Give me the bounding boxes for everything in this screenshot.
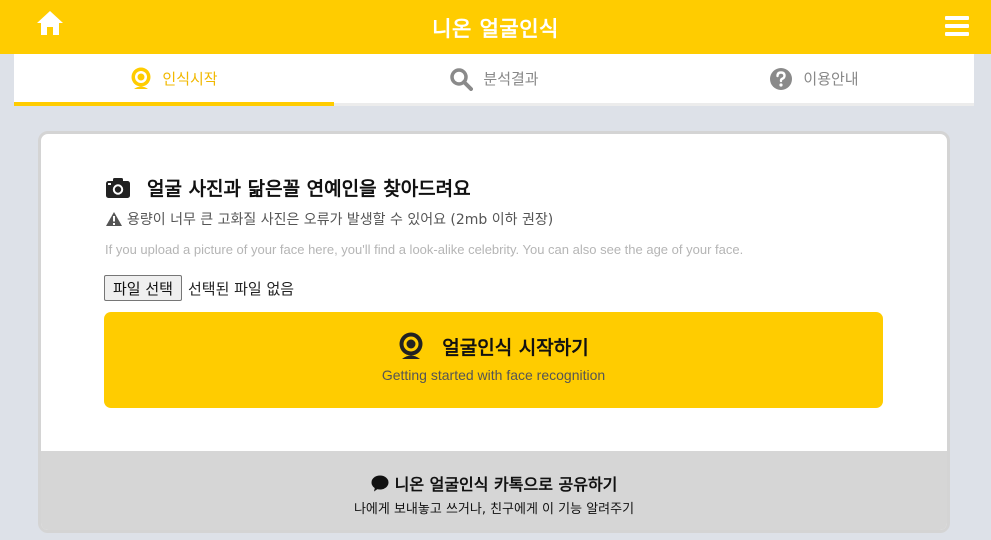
tab-label: 분석결과 [483, 70, 539, 88]
upload-heading-text: 얼굴 사진과 닮은꼴 연예인을 찾아드려요 [147, 178, 471, 200]
app-title: 니온 얼굴인식 [432, 17, 559, 41]
start-button-title: 얼굴인식 시작하기 [104, 332, 883, 360]
chat-bubble-icon [371, 475, 389, 491]
tab-usage-guide[interactable]: 이용안내 [654, 54, 974, 103]
kakao-share-button[interactable]: 니온 얼굴인식 카톡으로 공유하기 나에게 보내놓고 쓰거나, 친구에게 이 기… [41, 451, 947, 530]
question-circle-icon [770, 67, 793, 90]
tab-recognition-start[interactable]: 인식시작 [14, 54, 334, 106]
upload-card: 얼굴 사진과 닮은꼴 연예인을 찾아드려요 용량이 너무 큰 고화질 사진은 오… [38, 131, 950, 533]
file-size-warning: 용량이 너무 큰 고화질 사진은 오류가 발생할 수 있어요 (2mb 이하 권… [105, 209, 553, 229]
file-status-text: 선택된 파일 없음 [187, 279, 295, 298]
start-button-label: 얼굴인식 시작하기 [442, 336, 589, 359]
choose-file-button[interactable]: 파일 선택 [104, 275, 182, 301]
tab-analysis-result[interactable]: 분석결과 [334, 54, 654, 103]
tab-label: 인식시작 [162, 70, 218, 88]
webcam-icon [131, 67, 151, 89]
file-input: 파일 선택 선택된 파일 없음 [104, 275, 294, 301]
english-description: If you upload a picture of your face her… [105, 242, 744, 257]
tab-label: 이용안내 [803, 70, 859, 88]
search-icon [450, 67, 474, 91]
tab-bar: 인식시작 분석결과 이용안내 [14, 54, 974, 106]
start-button-sublabel: Getting started with face recognition [381, 367, 606, 383]
share-title: 니온 얼굴인식 카톡으로 공유하기 [41, 471, 947, 495]
hamburger-menu-icon[interactable] [945, 15, 969, 37]
top-bar: 니온 얼굴인식 [0, 0, 991, 54]
warning-triangle-icon [106, 212, 122, 226]
start-recognition-button[interactable]: 얼굴인식 시작하기 Getting started with face reco… [104, 312, 883, 408]
camera-icon [106, 177, 130, 198]
share-label: 니온 얼굴인식 카톡으로 공유하기 [394, 475, 618, 494]
webcam-icon [399, 332, 423, 359]
share-sublabel: 나에게 보내놓고 쓰거나, 친구에게 이 기능 알려주기 [353, 502, 635, 517]
warning-text: 용량이 너무 큰 고화질 사진은 오류가 발생할 수 있어요 (2mb 이하 권… [127, 212, 554, 228]
upload-heading: 얼굴 사진과 닮은꼴 연예인을 찾아드려요 [105, 174, 471, 201]
